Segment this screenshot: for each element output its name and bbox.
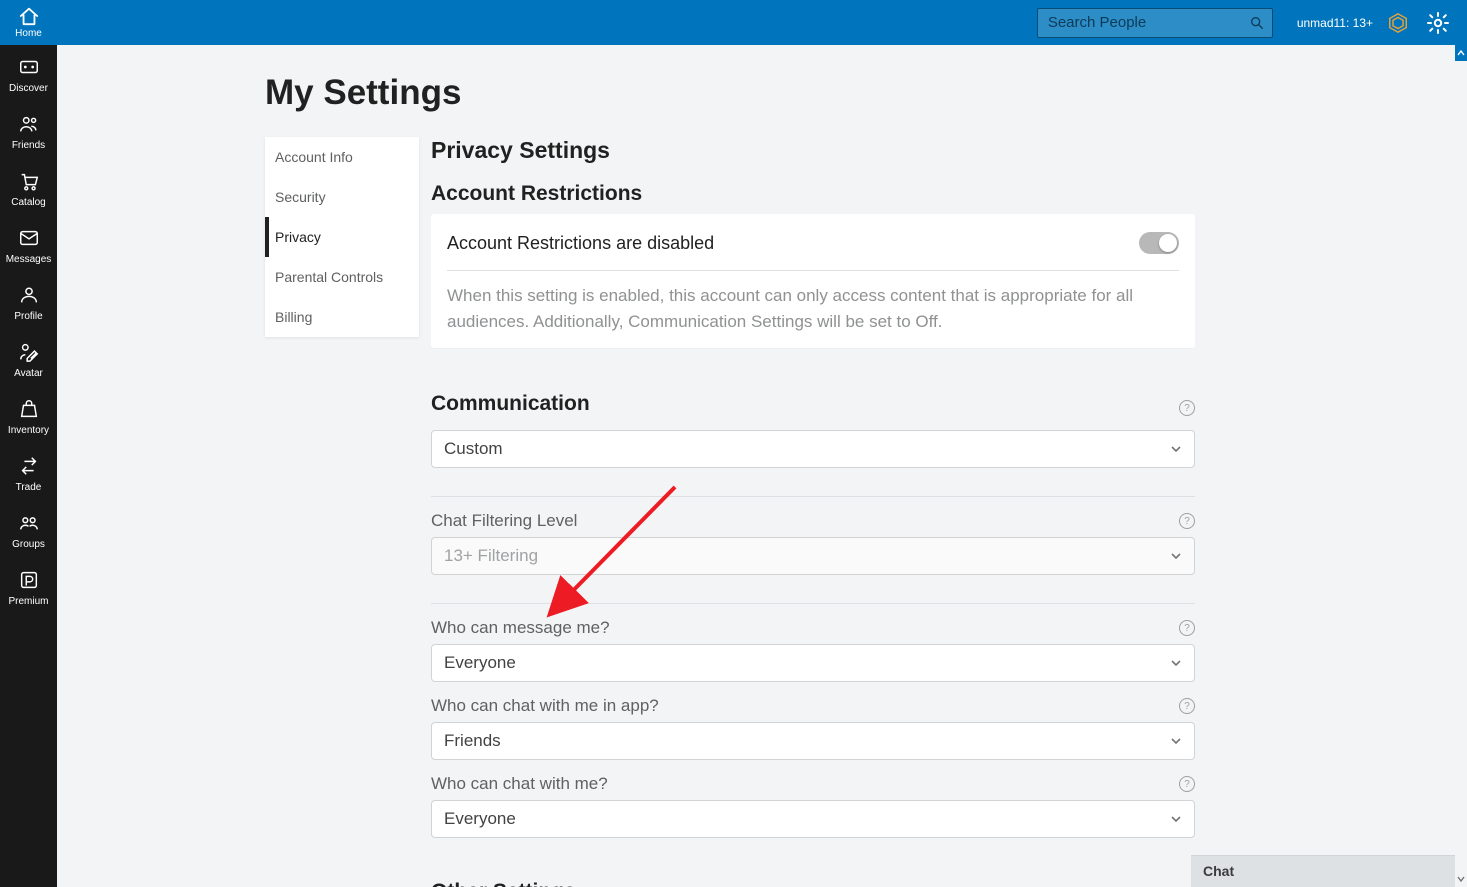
sidebar-item-label: Profile [14, 311, 42, 322]
main-content: My Settings Account Info Security Privac… [57, 45, 1455, 887]
search-input[interactable] [1046, 13, 1249, 32]
sidebar-item-friends[interactable]: Friends [0, 112, 57, 151]
settings-nav-security[interactable]: Security [265, 177, 419, 217]
other-settings-heading: Other Settings [431, 880, 1195, 887]
sidebar-item-label: Discover [9, 83, 48, 94]
chat-filtering-select[interactable]: 13+ Filtering [431, 537, 1195, 575]
chevron-down-icon [1170, 550, 1182, 562]
account-restrictions-status: Account Restrictions are disabled [447, 233, 714, 254]
sidebar-item-label: Messages [6, 254, 52, 265]
settings-nav-account-info[interactable]: Account Info [265, 137, 419, 177]
sidebar-item-profile[interactable]: Profile [0, 283, 57, 322]
chat-panel-label: Chat [1203, 863, 1234, 879]
settings-gear-icon[interactable] [1423, 8, 1453, 38]
divider [447, 270, 1179, 271]
chat-filtering-label: Chat Filtering Level [431, 511, 577, 531]
friends-icon [17, 112, 41, 136]
divider [431, 496, 1195, 497]
sidebar-item-avatar[interactable]: Avatar [0, 340, 57, 379]
privacy-heading: Privacy Settings [431, 137, 1195, 164]
sidebar: Discover Friends Catalog Messages Profil… [0, 45, 57, 887]
communication-mode-value: Custom [444, 439, 503, 459]
help-icon[interactable]: ? [1179, 620, 1195, 636]
who-can-chat-app-value: Friends [444, 731, 501, 751]
sidebar-item-trade[interactable]: Trade [0, 454, 57, 493]
sidebar-item-label: Inventory [8, 425, 49, 436]
account-restrictions-toggle[interactable] [1139, 232, 1179, 254]
settings-nav-privacy[interactable]: Privacy [265, 217, 419, 257]
chevron-down-icon [1170, 443, 1182, 455]
home-label: Home [15, 28, 42, 39]
communication-mode-select[interactable]: Custom [431, 430, 1195, 468]
sidebar-item-groups[interactable]: Groups [0, 511, 57, 550]
topbar: Home unmad11: 13+ [0, 0, 1467, 45]
scroll-up-icon[interactable] [1455, 45, 1467, 61]
account-restrictions-card: Account Restrictions are disabled When t… [431, 214, 1195, 348]
scrollbar[interactable] [1455, 45, 1467, 887]
groups-icon [17, 511, 41, 535]
sidebar-item-label: Avatar [14, 368, 43, 379]
settings-nav-parental-controls[interactable]: Parental Controls [265, 257, 419, 297]
premium-icon [17, 568, 41, 592]
inventory-icon [17, 397, 41, 421]
who-can-chat-app-select[interactable]: Friends [431, 722, 1195, 760]
account-restrictions-description: When this setting is enabled, this accou… [447, 283, 1179, 334]
sidebar-item-label: Groups [12, 539, 45, 550]
sidebar-item-label: Catalog [11, 197, 45, 208]
search-box[interactable] [1037, 8, 1273, 38]
sidebar-item-inventory[interactable]: Inventory [0, 397, 57, 436]
divider [431, 603, 1195, 604]
sidebar-item-label: Trade [16, 482, 42, 493]
help-icon[interactable]: ? [1179, 776, 1195, 792]
help-icon[interactable]: ? [1179, 400, 1195, 416]
search-icon [1249, 15, 1265, 31]
avatar-icon [17, 340, 41, 364]
catalog-icon [17, 169, 41, 193]
home-icon [18, 6, 40, 26]
help-icon[interactable]: ? [1179, 698, 1195, 714]
settings-nav: Account Info Security Privacy Parental C… [265, 137, 419, 337]
trade-icon [17, 454, 41, 478]
sidebar-item-messages[interactable]: Messages [0, 226, 57, 265]
chevron-down-icon [1170, 735, 1182, 747]
robux-icon[interactable] [1385, 8, 1411, 38]
sidebar-item-discover[interactable]: Discover [0, 55, 57, 94]
user-age-label[interactable]: unmad11: 13+ [1297, 16, 1373, 30]
account-restrictions-heading: Account Restrictions [431, 182, 1195, 206]
who-can-message-select[interactable]: Everyone [431, 644, 1195, 682]
discover-icon [17, 55, 41, 79]
who-can-chat-app-label: Who can chat with me in app? [431, 696, 659, 716]
sidebar-item-label: Friends [12, 140, 45, 151]
settings-content: Privacy Settings Account Restrictions Ac… [431, 137, 1195, 887]
help-icon[interactable]: ? [1179, 513, 1195, 529]
who-can-message-value: Everyone [444, 653, 516, 673]
sidebar-item-premium[interactable]: Premium [0, 568, 57, 607]
who-can-message-label: Who can message me? [431, 618, 610, 638]
messages-icon [17, 226, 41, 250]
who-can-chat-value: Everyone [444, 809, 516, 829]
settings-nav-billing[interactable]: Billing [265, 297, 419, 337]
who-can-chat-label: Who can chat with me? [431, 774, 608, 794]
sidebar-item-catalog[interactable]: Catalog [0, 169, 57, 208]
home-button[interactable]: Home [0, 0, 57, 45]
chat-panel[interactable]: Chat [1191, 855, 1455, 887]
chevron-down-icon [1170, 813, 1182, 825]
chevron-down-icon [1170, 657, 1182, 669]
scroll-down-icon[interactable] [1455, 871, 1467, 887]
communication-heading: Communication [431, 392, 590, 416]
profile-icon [17, 283, 41, 307]
sidebar-item-label: Premium [8, 596, 48, 607]
chat-filtering-value: 13+ Filtering [444, 546, 538, 566]
who-can-chat-select[interactable]: Everyone [431, 800, 1195, 838]
page-title: My Settings [265, 73, 1195, 113]
